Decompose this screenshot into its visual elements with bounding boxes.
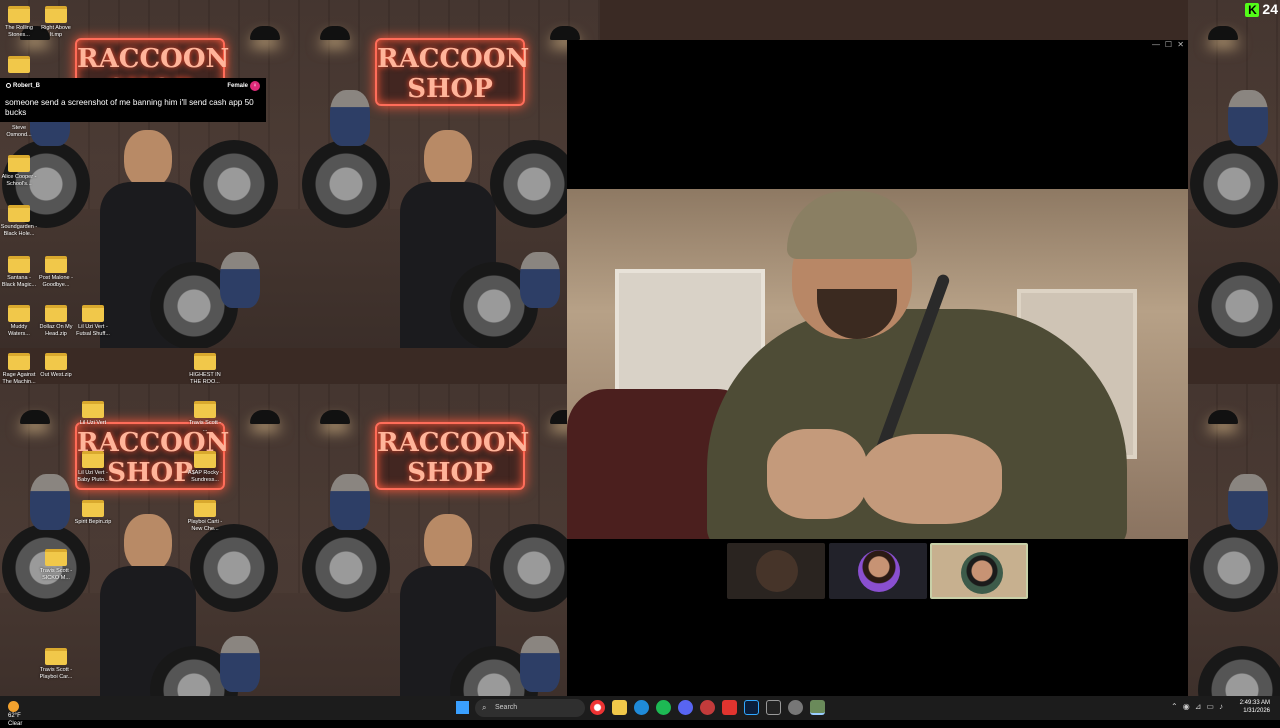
- neon-sign: RACCOON SHOP: [375, 38, 529, 106]
- minimize-button[interactable]: —: [1152, 40, 1160, 50]
- wallpaper-tile: RACCOON SHOP: [0, 0, 300, 348]
- desktop-folder-icon[interactable]: The Rolling Stones...: [0, 6, 38, 39]
- desktop-folder-icon[interactable]: Travis Scott - SICKO M...: [37, 549, 75, 582]
- desktop-folder-icon[interactable]: Alice Cooper - School's...: [0, 155, 38, 188]
- viewer-count: 24: [1262, 1, 1278, 17]
- chat-message-overlay: Robert_B Female ♀ someone send a screens…: [0, 78, 266, 122]
- file-explorer-icon[interactable]: [612, 700, 627, 715]
- time: 2:49:33 AM: [1239, 700, 1270, 706]
- spotify-icon[interactable]: [656, 700, 671, 715]
- main-video-feed: [567, 189, 1188, 539]
- moon-icon: [8, 701, 19, 712]
- desktop-folder-icon[interactable]: A$AP Rocky - Sundress...: [186, 451, 224, 484]
- desktop-wallpaper: RACCOON SHOP RACCOON SHOP RACCOON SHOP R…: [0, 0, 1280, 696]
- neon-sign: RACCOON SHOP: [375, 422, 529, 490]
- female-icon: ♀: [250, 81, 260, 91]
- desktop-folder-icon[interactable]: Spirit Bepin.zip: [74, 500, 112, 526]
- participant-thumbnail-selected[interactable]: [930, 543, 1028, 599]
- desktop-folder-icon[interactable]: Out West.zip: [37, 353, 75, 379]
- maximize-button[interactable]: ☐: [1165, 40, 1172, 50]
- avatar: [858, 550, 900, 592]
- date: 1/31/2026: [1243, 708, 1270, 714]
- taskbar: 62°F Clear ⌕ Search ⌃◉⊿▭♪ 2:49:33 AM 1/31…: [0, 696, 1280, 727]
- app-icon[interactable]: [700, 700, 715, 715]
- taskbar-search[interactable]: ⌕ Search: [475, 699, 585, 717]
- camera-off-icon: [756, 550, 798, 592]
- desktop-folder-icon[interactable]: Muddy Waters...: [0, 305, 38, 338]
- wallpaper-tile: RACCOON SHOP: [300, 0, 600, 348]
- edge-icon[interactable]: [634, 700, 649, 715]
- avatar: [961, 552, 1003, 594]
- photoshop-icon[interactable]: [744, 700, 759, 715]
- desktop-folder-icon[interactable]: Lil Uzi Vert: [74, 401, 112, 427]
- active-app-icon[interactable]: [810, 700, 825, 715]
- desktop-folder-icon[interactable]: Lil Uzi Vert - Baby Pluto...: [74, 451, 112, 484]
- desktop-folder-icon[interactable]: Playboi Carti - New Che...: [186, 500, 224, 533]
- adobe-icon[interactable]: [722, 700, 737, 715]
- video-call-window[interactable]: — ☐ ✕: [567, 40, 1188, 696]
- weather-desc: Clear: [8, 721, 23, 727]
- desktop-folder-icon[interactable]: Lil Uzi Vert - Futsal Shuff...: [74, 305, 112, 338]
- chrome-icon[interactable]: [590, 700, 605, 715]
- weather-widget[interactable]: 62°F Clear: [8, 699, 23, 728]
- chat-message-text: someone send a screenshot of me banning …: [5, 98, 254, 117]
- kick-viewer-count: K 24: [1245, 1, 1278, 19]
- desktop-folder-icon[interactable]: Right Above It.mp: [37, 6, 75, 39]
- desktop-folder-icon[interactable]: Post Malone - Goodbye...: [37, 256, 75, 289]
- terminal-icon[interactable]: [766, 700, 781, 715]
- gender-label: Female: [227, 83, 248, 89]
- close-button[interactable]: ✕: [1177, 40, 1184, 50]
- desktop-folder-icon[interactable]: Steve Osmond...: [0, 123, 38, 139]
- discord-icon[interactable]: [678, 700, 693, 715]
- kick-logo-icon: K: [1245, 3, 1260, 18]
- chat-username: Robert_B: [6, 83, 40, 89]
- wallpaper-tile: [1188, 0, 1280, 348]
- desktop-folder-icon[interactable]: Travis Scott - Playboi Car...: [37, 648, 75, 681]
- desktop-folder-icon[interactable]: Santana - Black Magic...: [0, 256, 38, 289]
- clock[interactable]: 2:49:33 AM 1/31/2026: [1240, 699, 1270, 715]
- desktop-folder-icon[interactable]: [0, 56, 38, 73]
- wallpaper-tile: RACCOON SHOP: [300, 384, 600, 696]
- search-icon: ⌕: [482, 703, 487, 712]
- windows-start-icon[interactable]: [456, 701, 469, 714]
- user-icon: [6, 83, 11, 88]
- system-tray[interactable]: ⌃◉⊿▭♪: [1171, 702, 1228, 711]
- window-titlebar[interactable]: — ☐ ✕: [567, 40, 1188, 50]
- desktop-folder-icon[interactable]: Rage Against The Machin...: [0, 353, 38, 386]
- desktop-folder-icon[interactable]: HIGHEST IN THE ROO...: [186, 353, 224, 386]
- wallpaper-tile: [1188, 384, 1280, 696]
- desktop-folder-icon[interactable]: Soundgarden - Black Hole...: [0, 205, 38, 238]
- desktop-folder-icon[interactable]: Travis Scott - ...: [186, 401, 224, 434]
- participant-thumbnail[interactable]: [727, 543, 825, 599]
- settings-icon[interactable]: [788, 700, 803, 715]
- participant-thumbnail[interactable]: [829, 543, 927, 599]
- desktop-folder-icon[interactable]: Dollaz On My Head.zip: [37, 305, 75, 338]
